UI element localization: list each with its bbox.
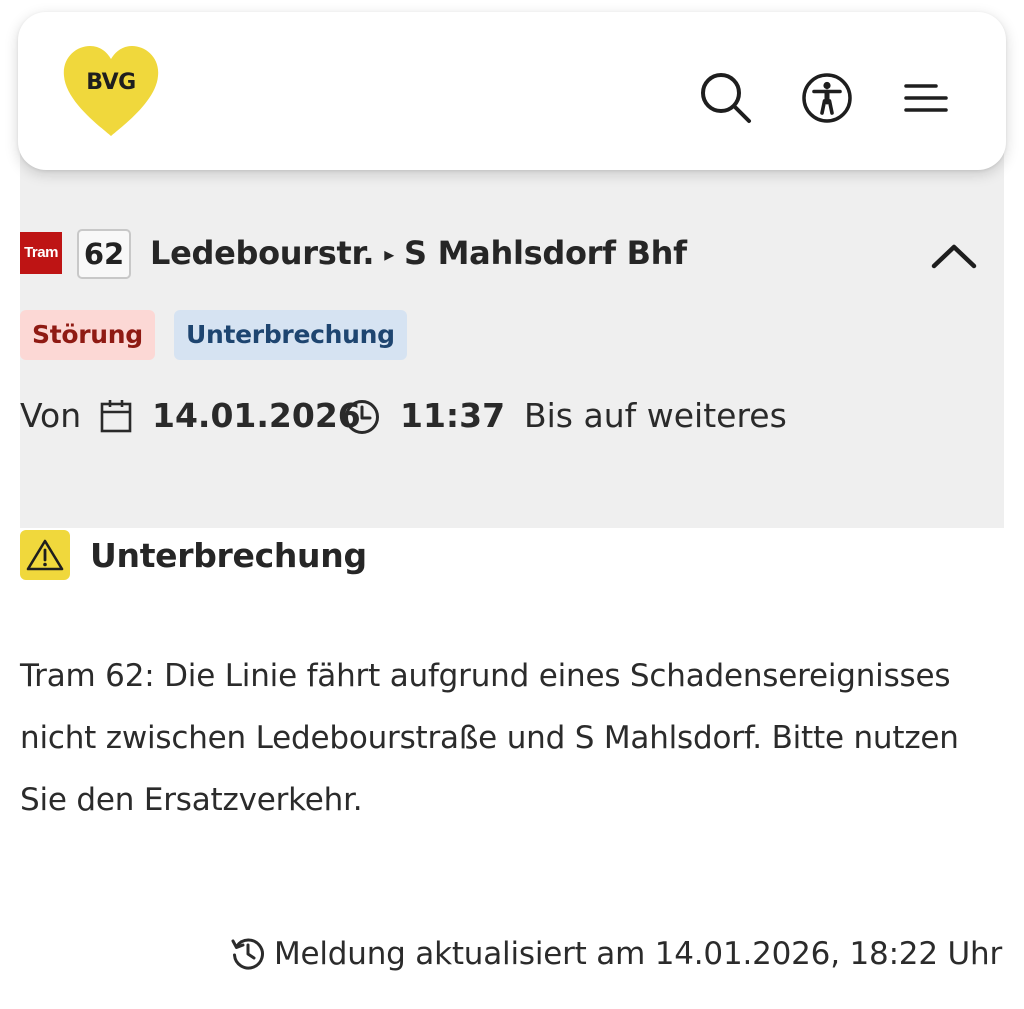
period-date: 14.01.2026 <box>152 396 361 435</box>
line-number-badge: 62 <box>77 229 131 279</box>
accessibility-icon <box>802 73 852 123</box>
calendar-icon <box>100 400 132 433</box>
last-updated: Meldung aktualisiert am 14.01.2026, 18:2… <box>230 926 1002 982</box>
warning-icon <box>20 530 70 580</box>
tram-mode-badge: Tram <box>20 232 62 274</box>
chevron-up-icon <box>931 244 977 269</box>
line-route-row[interactable]: Tram 62 Ledebourstr. ▸ S Mahlsdorf Bhf <box>20 225 1004 281</box>
unterbrechung-badge: Unterbrechung <box>174 310 407 360</box>
route-title: Ledebourstr. ▸ S Mahlsdorf Bhf <box>150 225 687 281</box>
stoerung-badge: Störung <box>20 310 155 360</box>
logo-text: BVG <box>86 70 136 95</box>
route-to: S Mahlsdorf Bhf <box>404 234 687 272</box>
search-button[interactable] <box>698 70 754 126</box>
detail-title: Unterbrechung <box>90 536 367 575</box>
disruption-message: Tram 62: Die Linie fährt aufgrund eines … <box>20 658 959 818</box>
period-time: 11:37 <box>400 396 506 435</box>
history-icon <box>231 938 264 970</box>
last-updated-text: Meldung aktualisiert am 14.01.2026, 18:2… <box>273 936 1002 972</box>
route-arrow-icon: ▸ <box>384 242 395 266</box>
header-bar: BVG <box>18 12 1006 170</box>
search-icon <box>701 73 751 123</box>
route-from: Ledebourstr. <box>150 234 375 272</box>
menu-button[interactable] <box>898 70 954 126</box>
clock-icon <box>345 400 379 434</box>
menu-icon <box>904 84 948 112</box>
collapse-button[interactable] <box>926 233 982 279</box>
period-until: Bis auf weiteres <box>524 396 787 435</box>
bvg-logo[interactable]: BVG <box>62 46 160 138</box>
page: BVG Tram 62 Ledebourstr. ▸ S Mahlsdorf B… <box>0 0 1024 1009</box>
period-from-label: Von <box>20 396 82 435</box>
accessibility-button[interactable] <box>799 70 855 126</box>
